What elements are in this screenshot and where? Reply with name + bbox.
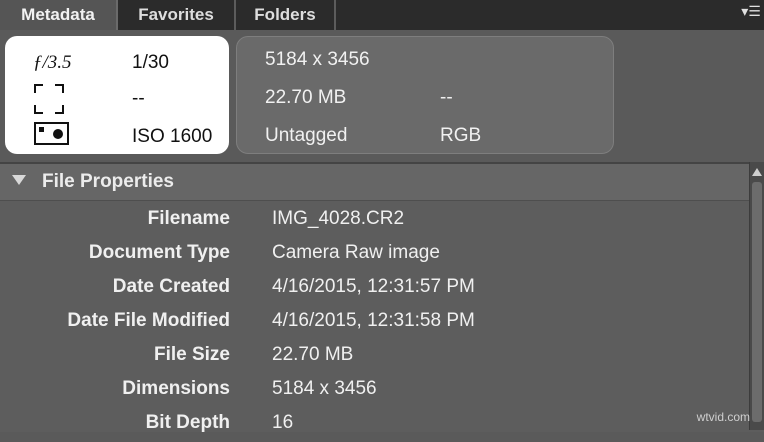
property-value: 16: [272, 412, 294, 433]
camera-data-box: ƒ/3.5 1/30 -- ISO 1600: [5, 36, 229, 154]
file-size-value: 22.70 MB: [265, 87, 347, 108]
metadata-header: ƒ/3.5 1/30 -- ISO 1600 5184 x 3456 22.70…: [0, 30, 764, 160]
property-label: File Size: [153, 344, 230, 365]
property-row: Document Type Camera Raw image: [0, 238, 740, 272]
property-label: Bit Depth: [145, 412, 230, 433]
metering-mode-icon: [34, 84, 64, 114]
panel-tab-bar: Metadata Favorites Folders ▾☰: [0, 0, 764, 31]
property-label: Document Type: [88, 242, 230, 263]
property-value: 4/16/2015, 12:31:57 PM: [272, 276, 475, 297]
color-profile-value: Untagged: [265, 125, 348, 146]
property-row: Bit Depth 16: [0, 408, 740, 442]
image-info-box: 5184 x 3456 22.70 MB -- Untagged RGB: [236, 36, 614, 154]
property-label: Date Created: [112, 276, 230, 297]
scroll-up-arrow-icon[interactable]: [752, 168, 762, 176]
color-mode-value: RGB: [440, 125, 482, 146]
tab-folders[interactable]: Folders: [236, 0, 336, 30]
property-label: Date File Modified: [67, 310, 230, 331]
iso-value: ISO 1600: [132, 126, 213, 147]
watermark: wtvid.com: [696, 410, 750, 424]
panel-menu-icon[interactable]: ▾☰: [740, 4, 762, 20]
dimensions-value: 5184 x 3456: [265, 49, 370, 70]
aperture-value: ƒ/3.5: [33, 52, 72, 73]
property-value: 22.70 MB: [272, 344, 354, 365]
property-label: Filename: [147, 208, 230, 229]
section-title: File Properties: [42, 171, 174, 192]
property-row: File Size 22.70 MB: [0, 340, 740, 374]
shutter-speed-value: 1/30: [132, 52, 169, 73]
property-row: Date File Modified 4/16/2015, 12:31:58 P…: [0, 306, 740, 340]
tab-metadata[interactable]: Metadata: [0, 0, 118, 30]
vertical-scrollbar[interactable]: [749, 162, 764, 430]
disclosure-triangle-icon[interactable]: [12, 175, 26, 185]
property-label: Dimensions: [122, 378, 230, 399]
metering-value: --: [132, 88, 145, 109]
property-value: Camera Raw image: [272, 242, 440, 263]
tab-favorites[interactable]: Favorites: [118, 0, 236, 30]
resolution-value: --: [440, 87, 453, 108]
property-value: 5184 x 3456: [272, 378, 377, 399]
property-row: Dimensions 5184 x 3456: [0, 374, 740, 408]
camera-mode-icon: [34, 122, 69, 145]
property-value: IMG_4028.CR2: [272, 208, 405, 229]
file-properties-header[interactable]: File Properties: [0, 164, 750, 201]
property-value: 4/16/2015, 12:31:58 PM: [272, 310, 475, 331]
file-properties-section: File Properties Filename IMG_4028.CR2 Do…: [0, 162, 764, 433]
property-row: Date Created 4/16/2015, 12:31:57 PM: [0, 272, 740, 306]
scroll-thumb[interactable]: [752, 182, 762, 422]
property-row: Filename IMG_4028.CR2: [0, 204, 740, 238]
